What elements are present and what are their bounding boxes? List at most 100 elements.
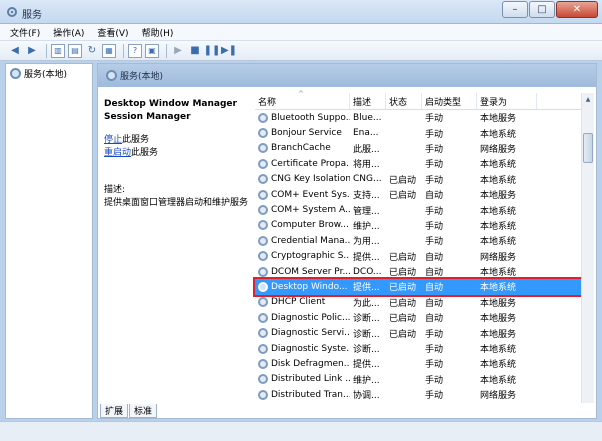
close-button[interactable]: ✕	[556, 1, 598, 18]
table-row[interactable]: Certificate Propa... 将用... 手动 本地系统	[255, 156, 583, 171]
cell-name: COM+ Event Sys...	[255, 189, 350, 200]
menu-file[interactable]: 文件(F)	[10, 26, 40, 39]
vertical-scrollbar[interactable]: ▲	[581, 93, 594, 403]
table-row[interactable]: Computer Brow... 维护... 手动 本地系统	[255, 218, 583, 233]
gear-icon	[10, 68, 21, 79]
cell-status: 已启动	[389, 314, 417, 325]
service-name: COM+ Event Sys...	[271, 189, 350, 200]
scroll-up-icon[interactable]: ▲	[582, 93, 594, 105]
table-row[interactable]: Distributed Link ... 维护... 手动 本地系统	[255, 372, 583, 387]
service-name: Diagnostic Servi...	[271, 328, 350, 339]
table-row[interactable]: Diagnostic Servi... 诊断... 已启动 手动 本地服务	[255, 325, 583, 340]
table-row[interactable]: Bluetooth Suppo... Blue... 手动 本地服务	[255, 110, 583, 125]
table-row[interactable]: COM+ System A... 管理... 手动 本地系统	[255, 202, 583, 217]
cell-description: 提供...	[353, 252, 380, 263]
table-row[interactable]: Distributed Tran... 协调... 手动 网络服务	[255, 387, 583, 402]
restart-service-link[interactable]: 重启动	[104, 148, 131, 158]
service-title: Desktop Window Manager Session Manager	[104, 98, 250, 124]
table-row[interactable]: Credential Mana... 为用... 手动 本地系统	[255, 233, 583, 248]
cell-description: 维护...	[353, 375, 380, 386]
cell-status: 已启动	[389, 283, 417, 294]
cell-startup-type: 自动	[425, 283, 444, 294]
gear-icon	[258, 328, 268, 339]
cell-startup-type: 手动	[425, 175, 444, 186]
service-name: DHCP Client	[271, 297, 326, 308]
table-header: ^ 名称 描述 状态 启动类型 登录为	[255, 90, 583, 110]
restart-service-button[interactable]: ▶❚	[221, 44, 237, 58]
cell-status: 已启动	[389, 175, 417, 186]
cell-name: Credential Mana...	[255, 235, 350, 246]
refresh-icon: ↻	[87, 45, 97, 56]
table-row[interactable]: DHCP Client 为此... 已启动 自动 本地服务	[255, 295, 583, 310]
refresh-button[interactable]: ↻	[85, 44, 99, 58]
table-row[interactable]: DCOM Server Pr... DCO... 已启动 自动 本地系统	[255, 264, 583, 279]
cell-description: CNG...	[353, 174, 382, 185]
status-bar	[0, 421, 602, 441]
table-row[interactable]: Diagnostic Syste... 诊断... 手动 本地系统	[255, 341, 583, 356]
table-row[interactable]: Desktop Windo... 提供... 已启动 自动 本地系统	[253, 277, 585, 297]
cell-log-on-as: 本地系统	[480, 237, 517, 248]
cell-status: 已启动	[389, 191, 417, 202]
cell-startup-type: 手动	[425, 329, 444, 340]
service-name: Bonjour Service	[271, 128, 342, 139]
table-row[interactable]: CNG Key Isolation CNG... 已启动 手动 本地系统	[255, 172, 583, 187]
help-button[interactable]: ?	[128, 43, 142, 58]
column-description[interactable]: 描述	[350, 93, 386, 109]
cell-name: CNG Key Isolation	[255, 174, 350, 185]
table-row[interactable]: BranchCache 此服... 手动 网络服务	[255, 141, 583, 156]
properties-button[interactable]: ▤	[68, 43, 82, 58]
table-row[interactable]: Diagnostic Polic... 诊断... 已启动 自动 本地服务	[255, 310, 583, 325]
cell-startup-type: 自动	[425, 298, 444, 309]
export-list-button[interactable]: ▦	[102, 43, 116, 58]
cell-status: 已启动	[389, 298, 417, 309]
show-console-tree-button[interactable]: ▥	[51, 43, 65, 58]
panel-title: 服务(本地)	[120, 72, 164, 82]
forward-button[interactable]: ▶	[25, 44, 39, 58]
cell-log-on-as: 本地系统	[480, 360, 517, 371]
tab-standard[interactable]: 标准	[129, 404, 158, 418]
back-button[interactable]: ◀	[8, 44, 22, 58]
cell-log-on-as: 本地系统	[480, 221, 517, 232]
cell-description: 维护...	[353, 221, 380, 232]
services-icon	[7, 7, 17, 17]
scroll-thumb[interactable]	[583, 133, 593, 163]
column-status[interactable]: 状态	[386, 93, 422, 109]
gear-icon	[258, 143, 268, 154]
maximize-button[interactable]: □	[529, 1, 555, 18]
column-log-on-as[interactable]: 登录为	[477, 93, 537, 109]
table-row[interactable]: Disk Defragmen... 提供... 手动 本地系统	[255, 356, 583, 371]
tab-extended[interactable]: 扩展	[100, 404, 129, 418]
menu-view[interactable]: 查看(V)	[97, 26, 128, 39]
minimize-button[interactable]: –	[502, 1, 528, 18]
cell-name: Distributed Link ...	[255, 374, 350, 385]
restart-suffix: 此服务	[131, 148, 159, 158]
start-service-button[interactable]: ▶	[171, 44, 185, 58]
view-icon: ▣	[148, 46, 156, 55]
cell-startup-type: 手动	[425, 237, 444, 248]
cell-name: Computer Brow...	[255, 220, 350, 231]
column-startup-type[interactable]: 启动类型	[422, 93, 477, 109]
cell-startup-type: 自动	[425, 268, 444, 279]
cell-startup-type: 手动	[425, 375, 444, 386]
stop-service-button[interactable]: ■	[188, 44, 202, 58]
table-row[interactable]: Bonjour Service Ena... 手动 本地系统	[255, 125, 583, 140]
menu-help[interactable]: 帮助(H)	[142, 26, 174, 39]
stop-service-link[interactable]: 停止	[104, 135, 122, 145]
table-row[interactable]: COM+ Event Sys... 支持... 已启动 自动 本地服务	[255, 187, 583, 202]
cell-startup-type: 手动	[425, 221, 444, 232]
view-button[interactable]: ▣	[145, 43, 159, 58]
cell-startup-type: 手动	[425, 391, 444, 402]
service-name: Diagnostic Polic...	[271, 312, 350, 323]
service-name: BranchCache	[271, 143, 331, 154]
cell-description: Ena...	[353, 128, 379, 139]
gear-icon	[258, 281, 268, 292]
gear-icon	[258, 297, 268, 308]
table-row[interactable]: Cryptographic S... 提供... 已启动 自动 网络服务	[255, 249, 583, 264]
cell-log-on-as: 本地服务	[480, 191, 517, 202]
maximize-icon: □	[537, 4, 547, 15]
pause-service-button[interactable]: ❚❚	[204, 44, 221, 58]
tree-item-services-local[interactable]: 服务(本地)	[10, 67, 67, 80]
service-name: Cryptographic S...	[271, 251, 350, 262]
menu-action[interactable]: 操作(A)	[53, 26, 84, 39]
cell-name: Disk Defragmen...	[255, 358, 350, 369]
